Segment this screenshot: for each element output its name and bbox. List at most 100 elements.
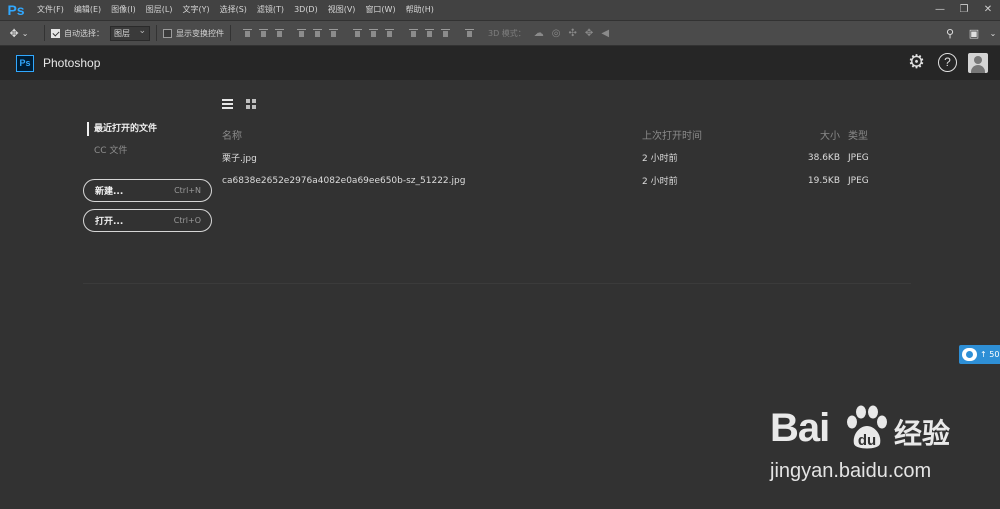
auto-select-label: 自动选择： — [64, 28, 104, 38]
upload-tag[interactable]: ↑ 50 — [959, 345, 1000, 364]
menu-select[interactable]: 选择(S) — [215, 0, 252, 20]
menu-file[interactable]: 文件(F) — [32, 0, 69, 20]
distribute-top-icon[interactable] — [353, 28, 362, 38]
section-divider — [83, 283, 911, 284]
align-top-icon[interactable] — [243, 28, 252, 38]
options-right: ⚲ ▣ ⌄ — [938, 21, 1000, 45]
avatar[interactable] — [968, 52, 988, 73]
menu-bar: Ps 文件(F) 编辑(E) 图像(I) 图层(L) 文字(Y) 选择(S) 滤… — [0, 0, 1000, 20]
align-buttons — [243, 28, 474, 38]
svg-text:du: du — [858, 432, 876, 449]
file-time: 2 小时前 — [642, 177, 678, 187]
table-row[interactable]: 栗子.jpg 2 小时前 38.6KB JPEG — [222, 146, 882, 169]
menu-filter[interactable]: 滤镜(T) — [252, 0, 289, 20]
checkbox-unchecked-icon[interactable] — [163, 28, 172, 38]
watermark-logo-right: 经验 — [894, 417, 951, 450]
align-right-icon[interactable] — [329, 28, 338, 38]
menu-image[interactable]: 图像(I) — [106, 0, 141, 20]
align-hcenter-icon[interactable] — [313, 28, 322, 38]
workspace-icon[interactable]: ▣ — [962, 27, 986, 40]
grid-view-icon[interactable] — [246, 99, 256, 109]
distribute-left-icon[interactable] — [409, 28, 418, 38]
restore-button[interactable]: ❐ — [952, 0, 976, 20]
file-time: 2 小时前 — [642, 154, 678, 164]
column-header-type[interactable]: 类型 — [840, 127, 882, 142]
distribute-hcenter-icon[interactable] — [425, 28, 434, 38]
divider — [230, 25, 231, 41]
align-bottom-icon[interactable] — [275, 28, 284, 38]
photoshop-logo-icon: Ps — [16, 54, 34, 72]
watermark-url: jingyan.baidu.com — [770, 460, 932, 482]
paw-icon: du — [847, 405, 887, 449]
table-header: 名称 上次打开时间 大小 类型 — [222, 123, 882, 146]
column-header-size[interactable]: 大小 — [787, 127, 840, 142]
file-type: JPEG — [848, 152, 869, 163]
baidu-jingyan-watermark: Bai du 经验 jingyan.baidu.com — [770, 400, 975, 492]
ps-logo[interactable]: Ps — [0, 2, 32, 18]
mode-3d-label: 3D 模式： — [488, 28, 526, 38]
file-size: 19.5KB — [807, 175, 840, 186]
menu-3d[interactable]: 3D(D) — [289, 0, 323, 20]
distribute-right-icon[interactable] — [441, 28, 450, 38]
move-tool-preset[interactable]: ✥ ⌄ — [0, 27, 38, 40]
open-file-button[interactable]: 打开... Ctrl+O — [83, 209, 212, 232]
auto-select-checkbox[interactable]: 自动选择： — [51, 28, 104, 39]
mode-3d-icons: ☁ ◎ ✣ ✥ ◀ — [534, 28, 609, 39]
search-icon[interactable]: ⚲ — [938, 27, 962, 40]
minimize-button[interactable]: — — [928, 0, 952, 20]
options-bar: ✥ ⌄ 自动选择： 图层 显示变换控件 3D 模式： ☁ ◎ ✣ ✥ ◀ ⚲ ▣ — [0, 21, 1000, 45]
chevron-down-icon: ⌄ — [21, 28, 29, 38]
close-button[interactable]: ✕ — [976, 0, 1000, 20]
view-toggle — [222, 99, 256, 109]
auto-select-target-dropdown[interactable]: 图层 — [110, 25, 150, 41]
window-controls: — ❐ ✕ — [928, 0, 1000, 20]
menu-type[interactable]: 文字(Y) — [177, 0, 214, 20]
sidebar-item-cc-files[interactable]: CC 文件 — [87, 144, 217, 158]
app-header: Ps Photoshop ⚙ ? — [0, 46, 1000, 80]
menu-edit[interactable]: 编辑(E) — [69, 0, 106, 20]
menu-layer[interactable]: 图层(L) — [141, 0, 178, 20]
open-file-label: 打开... — [95, 217, 124, 227]
new-file-button[interactable]: 新建... Ctrl+N — [83, 179, 212, 202]
gear-icon[interactable]: ⚙ — [906, 52, 927, 73]
watermark-logo-left: Bai — [770, 406, 830, 450]
distribute-vcenter-icon[interactable] — [369, 28, 378, 38]
file-name[interactable]: 栗子.jpg — [222, 151, 642, 164]
divider — [44, 25, 45, 41]
column-header-time[interactable]: 上次打开时间 — [642, 127, 787, 142]
new-file-label: 新建... — [95, 187, 124, 197]
upload-tag-label: ↑ 50 — [980, 350, 1000, 359]
menu-view[interactable]: 视图(V) — [323, 0, 361, 20]
move-icon: ✥ — [9, 26, 19, 40]
new-file-shortcut: Ctrl+N — [174, 186, 201, 195]
orbit-3d-icon[interactable]: ☁ — [534, 28, 544, 39]
menu-help[interactable]: 帮助(H) — [401, 0, 439, 20]
drag-3d-icon[interactable]: ✣ — [569, 28, 577, 39]
column-header-name[interactable]: 名称 — [222, 127, 642, 142]
table-row[interactable]: ca6838e2652e2976a4082e0a69ee650b-sz_5122… — [222, 169, 882, 192]
align-vcenter-icon[interactable] — [259, 28, 268, 38]
file-name[interactable]: ca6838e2652e2976a4082e0a69ee650b-sz_5122… — [222, 176, 642, 186]
scale-3d-icon[interactable]: ◀ — [601, 28, 609, 39]
menu: 文件(F) 编辑(E) 图像(I) 图层(L) 文字(Y) 选择(S) 滤镜(T… — [32, 0, 439, 20]
distribute-bottom-icon[interactable] — [385, 28, 394, 38]
help-icon[interactable]: ? — [938, 53, 957, 72]
auto-align-icon[interactable] — [465, 28, 474, 38]
align-left-icon[interactable] — [297, 28, 306, 38]
list-view-icon[interactable] — [222, 99, 233, 109]
chevron-down-icon[interactable]: ⌄ — [986, 29, 1000, 38]
divider — [156, 25, 157, 41]
roll-3d-icon[interactable]: ◎ — [552, 28, 561, 39]
file-type: JPEG — [848, 175, 869, 186]
menu-window[interactable]: 窗口(W) — [360, 0, 400, 20]
sidebar-item-recent-files[interactable]: 最近打开的文件 — [87, 122, 217, 136]
cloud-icon — [962, 348, 977, 361]
show-transform-checkbox[interactable]: 显示变换控件 — [163, 28, 224, 39]
app-title: Photoshop — [43, 56, 101, 70]
open-file-shortcut: Ctrl+O — [173, 216, 201, 225]
show-transform-label: 显示变换控件 — [176, 28, 224, 38]
sidebar: 最近打开的文件 CC 文件 — [87, 122, 217, 166]
file-size: 38.6KB — [807, 152, 840, 163]
slide-3d-icon[interactable]: ✥ — [585, 28, 593, 39]
checkbox-checked-icon[interactable] — [51, 28, 60, 38]
